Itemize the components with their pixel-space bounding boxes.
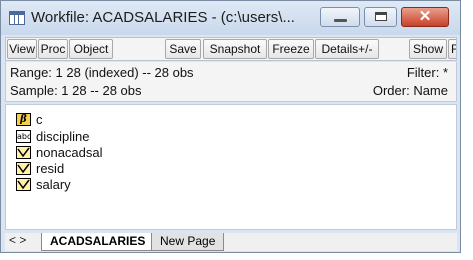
minimize-button[interactable] xyxy=(320,7,360,27)
close-icon: ✕ xyxy=(418,8,432,25)
fetch-button[interactable]: Fe xyxy=(448,39,456,59)
alpha-series-icon: abc xyxy=(16,130,32,143)
maximize-button[interactable] xyxy=(364,7,397,27)
coef-vector-icon: β xyxy=(16,113,31,126)
minimize-icon xyxy=(334,19,347,22)
object-name: resid xyxy=(36,161,65,176)
workfile-toolbar: View Proc Object Save Snapshot Freeze De… xyxy=(5,37,457,61)
tab-new-page[interactable]: New Page xyxy=(151,233,225,251)
object-button[interactable]: Object xyxy=(69,39,113,59)
proc-button[interactable]: Proc xyxy=(38,39,68,59)
object-name: salary xyxy=(36,177,71,192)
range-text[interactable]: Range: 1 28 (indexed) -- 28 obs xyxy=(10,65,194,80)
series-icon xyxy=(16,178,31,191)
series-icon xyxy=(16,146,31,159)
filter-text[interactable]: Filter: * xyxy=(407,65,448,80)
snapshot-button[interactable]: Snapshot xyxy=(203,39,267,59)
workfile-info-panel: Range: 1 28 (indexed) -- 28 obs Filter: … xyxy=(5,62,457,102)
view-button[interactable]: View xyxy=(7,39,37,59)
page-nav-arrows[interactable]: < > xyxy=(9,233,26,247)
freeze-button[interactable]: Freeze xyxy=(268,39,314,59)
order-text[interactable]: Order: Name xyxy=(373,83,448,98)
maximize-icon xyxy=(375,12,387,21)
object-name: nonacadsal xyxy=(36,145,103,160)
sample-text[interactable]: Sample: 1 28 -- 28 obs xyxy=(10,83,142,98)
object-list: β c abc discipline nonacadsal resid sala… xyxy=(5,104,457,230)
workfile-icon xyxy=(9,11,25,25)
show-button[interactable]: Show xyxy=(409,39,447,59)
tab-acadsalaries[interactable]: ACADSALARIES xyxy=(41,233,155,251)
workfile-window: Workfile: ACADSALARIES - (c:\users\... ✕… xyxy=(0,0,461,253)
window-title: Workfile: ACADSALARIES - (c:\users\... xyxy=(31,9,295,26)
series-icon xyxy=(16,162,31,175)
page-tab-bar: < > ACADSALARIES New Page xyxy=(5,233,457,251)
close-button[interactable]: ✕ xyxy=(401,7,449,27)
object-name: c xyxy=(36,112,43,127)
details-button[interactable]: Details+/- xyxy=(315,39,379,59)
title-bar[interactable]: Workfile: ACADSALARIES - (c:\users\... ✕ xyxy=(1,1,460,35)
object-name: discipline xyxy=(36,129,90,144)
save-button[interactable]: Save xyxy=(165,39,201,59)
